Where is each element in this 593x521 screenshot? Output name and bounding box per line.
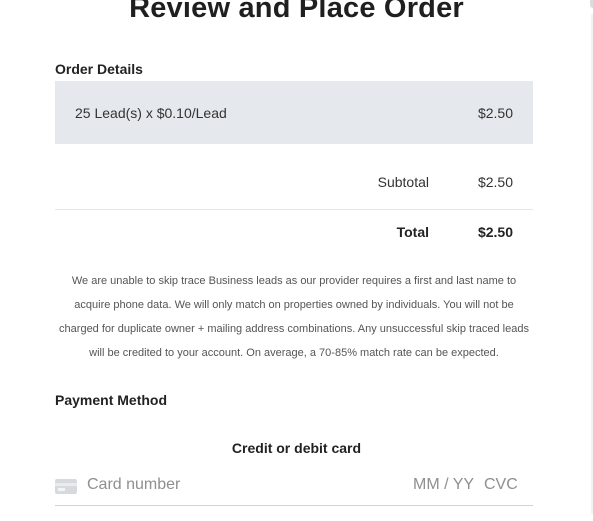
payment-method-label: Payment Method xyxy=(55,392,168,408)
summary-divider xyxy=(55,209,533,210)
line-item-amount: $2.50 xyxy=(477,104,513,121)
credit-card-icon xyxy=(55,479,77,494)
card-section-title: Credit or debit card xyxy=(231,440,362,456)
total-label: Total xyxy=(396,224,429,240)
order-details-label: Order Details xyxy=(55,61,143,77)
total-value: $2.50 xyxy=(477,224,513,240)
modal-title: Review and Place Order xyxy=(129,0,464,24)
line-item-description: 25 Lead(s) x $0.10/Lead xyxy=(75,104,227,121)
card-cvc-input[interactable] xyxy=(484,476,524,494)
skip-trace-notice: We are unable to skip trace Business lea… xyxy=(59,275,529,359)
subtotal-value: $2.50 xyxy=(477,174,513,190)
order-line-item: 25 Lead(s) x $0.10/Lead $2.50 xyxy=(55,81,533,144)
card-expiry-input[interactable] xyxy=(413,476,475,494)
card-input-row[interactable] xyxy=(55,470,533,506)
card-number-input[interactable] xyxy=(87,476,337,494)
subtotal-label: Subtotal xyxy=(377,174,429,190)
